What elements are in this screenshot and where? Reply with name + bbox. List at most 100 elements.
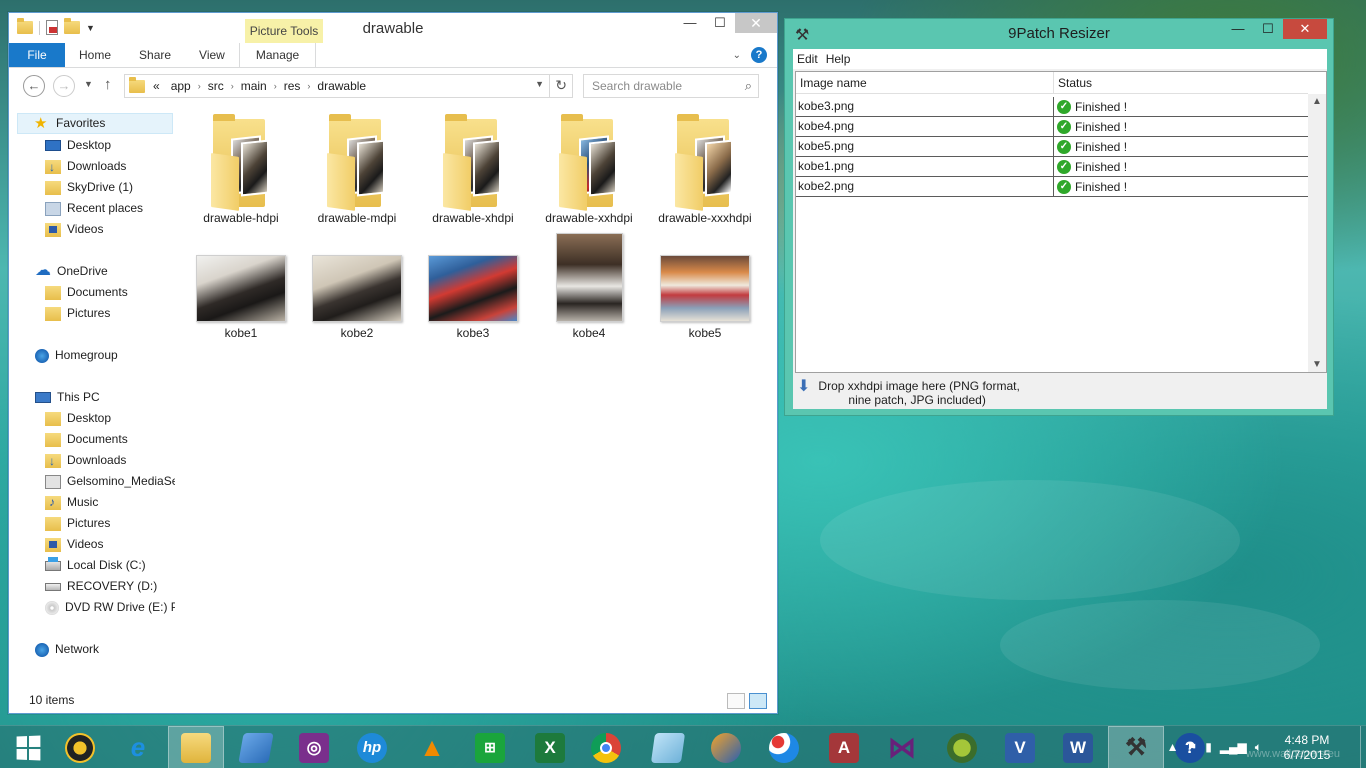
nav-homegroup[interactable]: Homegroup xyxy=(35,345,118,366)
tab-view[interactable]: View xyxy=(185,43,239,67)
minimize-button[interactable]: — xyxy=(1223,19,1253,39)
close-button[interactable]: ✕ xyxy=(1283,19,1327,39)
help-icon[interactable]: ? xyxy=(751,47,767,63)
image-tile[interactable]: kobe5 xyxy=(653,255,757,340)
tab-share[interactable]: Share xyxy=(125,43,185,67)
forward-button[interactable]: → xyxy=(53,75,75,97)
start-button[interactable] xyxy=(0,726,56,768)
table-row[interactable]: kobe4.png ✓ Finished ! xyxy=(796,117,1310,137)
chevron-down-icon[interactable]: ▼ xyxy=(535,79,544,89)
show-hidden-icons-icon[interactable]: ▲ xyxy=(1167,740,1179,755)
tab-home[interactable]: Home xyxy=(65,43,125,67)
folder-tile[interactable]: drawable-hdpi xyxy=(189,113,293,225)
taskbar-visio[interactable]: V xyxy=(992,726,1048,768)
image-tile[interactable]: kobe2 xyxy=(305,255,409,340)
taskbar-excel[interactable]: X xyxy=(522,726,578,768)
image-tile[interactable]: kobe1 xyxy=(189,255,293,340)
breadcrumb-main[interactable]: main xyxy=(234,79,274,93)
nav-pc-desktop[interactable]: Desktop xyxy=(45,408,111,429)
nav-pc-music[interactable]: Music xyxy=(45,492,98,513)
taskbar-file-explorer[interactable] xyxy=(168,726,224,768)
power-icon[interactable]: ▮ xyxy=(1205,740,1212,755)
show-desktop-button[interactable] xyxy=(1360,726,1366,768)
network-icon[interactable]: ▂▄▆ xyxy=(1220,740,1247,755)
nav-pc-media-server[interactable]: Gelsomino_MediaSe xyxy=(45,471,175,492)
breadcrumb-src[interactable]: src xyxy=(201,79,231,93)
up-button[interactable]: ↑ xyxy=(104,76,112,93)
nav-pc-local-disk[interactable]: Local Disk (C:) xyxy=(45,555,146,576)
taskbar-video-editor[interactable] xyxy=(698,726,754,768)
breadcrumb-drawable[interactable]: drawable xyxy=(310,79,373,93)
table-row[interactable]: kobe2.png ✓ Finished ! xyxy=(796,177,1310,197)
taskbar-vlc[interactable]: ▲ xyxy=(404,726,460,768)
menu-help[interactable]: Help xyxy=(822,49,855,69)
nav-onedrive[interactable]: OneDrive xyxy=(35,261,108,282)
taskbar-remote-app[interactable] xyxy=(228,726,284,768)
folder-tile[interactable]: drawable-xxhdpi xyxy=(537,113,641,225)
column-header-name[interactable]: Image name xyxy=(796,72,1054,93)
taskbar-visual-studio[interactable]: ⋈ xyxy=(874,726,930,768)
expand-ribbon-icon[interactable]: ⌄ xyxy=(733,50,741,61)
nav-favorites-desktop[interactable]: Desktop xyxy=(45,135,111,156)
refresh-icon[interactable]: ↻ xyxy=(555,77,567,94)
menu-edit[interactable]: Edit xyxy=(793,49,822,69)
taskbar-android-studio[interactable] xyxy=(934,726,990,768)
maximize-button[interactable]: ☐ xyxy=(705,13,735,33)
vertical-scrollbar[interactable]: ▲ ▼ xyxy=(1308,94,1326,372)
action-center-icon[interactable]: ⚑ xyxy=(1186,740,1197,755)
breadcrumb-overflow[interactable]: « xyxy=(149,79,164,93)
scroll-up-icon[interactable]: ▲ xyxy=(1312,96,1322,107)
table-row[interactable]: kobe1.png ✓ Finished ! xyxy=(796,157,1310,177)
taskbar-store[interactable]: ⊞ xyxy=(462,726,518,768)
details-view-icon[interactable] xyxy=(727,693,745,709)
nav-network[interactable]: Network xyxy=(35,639,99,660)
breadcrumb-res[interactable]: res xyxy=(277,79,308,93)
large-icons-view-icon[interactable] xyxy=(749,693,767,709)
image-tile[interactable]: kobe3 xyxy=(421,255,525,340)
nav-favorites-videos[interactable]: Videos xyxy=(45,219,103,240)
nav-favorites-downloads[interactable]: Downloads xyxy=(45,156,126,177)
minimize-button[interactable]: — xyxy=(675,13,705,33)
table-row[interactable]: kobe3.png ✓ Finished ! xyxy=(796,97,1310,117)
nav-favorites-recent[interactable]: Recent places xyxy=(45,198,143,219)
nav-onedrive-pictures[interactable]: Pictures xyxy=(45,303,110,324)
close-button[interactable]: ✕ xyxy=(735,13,777,33)
folder-tile[interactable]: drawable-xhdpi xyxy=(421,113,525,225)
recent-locations-icon[interactable]: ▼ xyxy=(84,79,93,89)
taskbar-paint[interactable] xyxy=(756,726,812,768)
taskbar-access[interactable]: A xyxy=(816,726,872,768)
taskbar-internet-explorer[interactable]: e xyxy=(110,726,166,768)
nav-pc-videos[interactable]: Videos xyxy=(45,534,103,555)
drop-zone[interactable]: ⬇ Drop xxhdpi image here (PNG format, ni… xyxy=(797,379,1020,408)
folder-tile[interactable]: drawable-mdpi xyxy=(305,113,409,225)
back-button[interactable]: ← xyxy=(23,75,45,97)
nav-pc-dvd[interactable]: DVD RW Drive (E:) P/ xyxy=(45,597,175,618)
folder-tile[interactable]: drawable-xxxhdpi xyxy=(653,113,757,225)
address-bar[interactable]: « app › src › main › res › drawable ▼ ↻ xyxy=(124,74,573,98)
taskbar-chrome[interactable] xyxy=(578,726,634,768)
maximize-button[interactable]: ☐ xyxy=(1253,19,1283,39)
taskbar-media-player[interactable] xyxy=(52,726,108,768)
search-input[interactable]: Search drawable ⌕ xyxy=(583,74,759,98)
nav-pc-pictures[interactable]: Pictures xyxy=(45,513,110,534)
taskbar-onenote[interactable]: ◎ xyxy=(286,726,342,768)
nav-favorites-skydrive[interactable]: SkyDrive (1) xyxy=(45,177,133,198)
tab-file[interactable]: File xyxy=(9,43,65,67)
breadcrumb-app[interactable]: app xyxy=(164,79,198,93)
nav-pc-documents[interactable]: Documents xyxy=(45,429,128,450)
nav-this-pc[interactable]: This PC xyxy=(35,387,100,408)
scroll-down-icon[interactable]: ▼ xyxy=(1312,359,1322,370)
taskbar-hp[interactable]: hp xyxy=(344,726,400,768)
nav-favorites[interactable]: Favorites xyxy=(17,113,173,134)
column-header-status[interactable]: Status xyxy=(1054,72,1092,93)
nav-pc-downloads[interactable]: Downloads xyxy=(45,450,126,471)
taskbar-9patch-resizer[interactable]: ⚒ xyxy=(1108,726,1164,768)
nav-onedrive-documents[interactable]: Documents xyxy=(45,282,128,303)
table-row[interactable]: kobe5.png ✓ Finished ! xyxy=(796,137,1310,157)
tab-manage[interactable]: Manage xyxy=(238,43,317,67)
taskbar-word[interactable]: W xyxy=(1050,726,1106,768)
taskbar-notepad[interactable] xyxy=(640,726,696,768)
image-tile[interactable]: kobe4 xyxy=(537,233,641,340)
nav-pc-recovery[interactable]: RECOVERY (D:) xyxy=(45,576,157,597)
search-icon[interactable]: ⌕ xyxy=(745,78,752,94)
